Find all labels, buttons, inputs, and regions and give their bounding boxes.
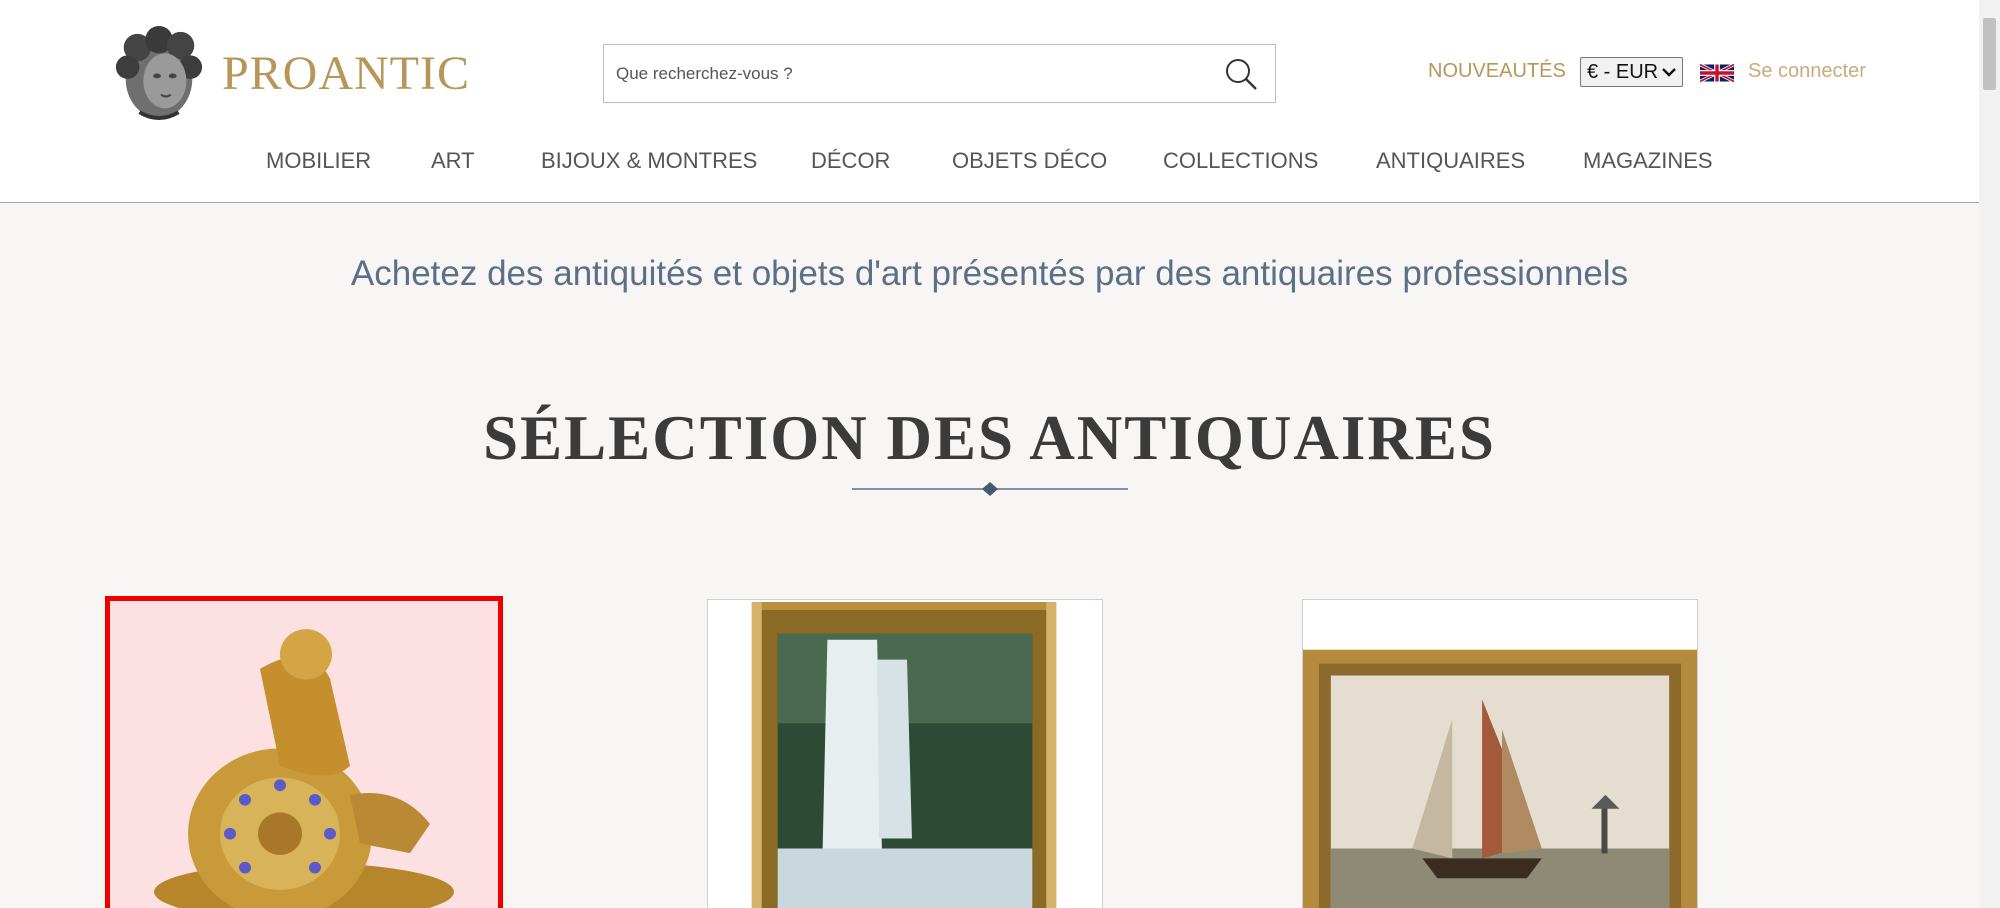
currency-selected-value: € - EUR — [1587, 60, 1659, 83]
nouveautes-link[interactable]: NOUVEAUTÉS — [1428, 60, 1566, 83]
title-divider — [852, 482, 1128, 496]
nav-item-magazines[interactable]: MAGAZINES — [1583, 148, 1713, 174]
search-icon[interactable] — [1223, 56, 1259, 92]
login-link[interactable]: Se connecter — [1748, 60, 1866, 83]
chevron-down-icon — [1662, 68, 1676, 77]
nav-item-antiquaires[interactable]: ANTIQUAIRES — [1376, 148, 1525, 174]
search-input[interactable] — [604, 45, 1223, 102]
sailing-ship-painting-icon — [1303, 600, 1697, 908]
uk-flag-icon[interactable] — [1700, 61, 1734, 85]
page: PROANTIC NOUVEAUTÉS € - EUR Se connecter — [0, 0, 2000, 908]
currency-select[interactable]: € - EUR — [1580, 57, 1683, 87]
nav-item-mobilier[interactable]: MOBILIER — [266, 148, 371, 174]
logo-text: PROANTIC — [221, 46, 470, 100]
product-card-waterfall-painting[interactable] — [707, 599, 1103, 908]
gilt-bronze-clock-icon — [110, 601, 498, 908]
nav-item-bijoux-montres[interactable]: BIJOUX & MONTRES — [541, 148, 757, 174]
main-nav: MOBILIER ART BIJOUX & MONTRES DÉCOR OBJE… — [0, 148, 1979, 178]
search-bar — [603, 44, 1276, 103]
nav-item-decor[interactable]: DÉCOR — [811, 148, 890, 174]
section-title: SÉLECTION DES ANTIQUAIRES — [483, 403, 1496, 473]
nav-item-objets-deco[interactable]: OBJETS DÉCO — [952, 148, 1107, 174]
nav-item-art[interactable]: ART — [431, 148, 475, 174]
product-card-clock[interactable] — [105, 596, 503, 908]
tagline: Achetez des antiquités et objets d'art p… — [350, 254, 1629, 293]
nav-item-collections[interactable]: COLLECTIONS — [1163, 148, 1318, 174]
waterfall-painting-icon — [708, 600, 1102, 908]
logo-link[interactable]: PROANTIC — [110, 18, 470, 128]
scrollbar-thumb[interactable] — [1983, 18, 1996, 90]
cherub-head-logo-icon — [115, 25, 203, 120]
site-header: PROANTIC NOUVEAUTÉS € - EUR Se connecter — [0, 0, 1979, 203]
product-card-ship-painting[interactable] — [1302, 599, 1698, 908]
vertical-scrollbar[interactable] — [1979, 0, 2000, 908]
